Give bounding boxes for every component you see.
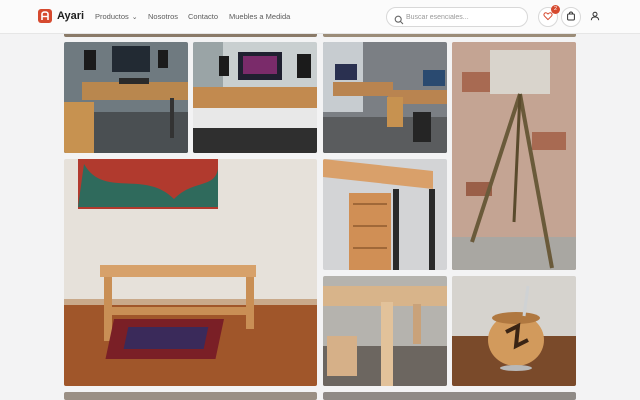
nav-productos-label: Productos (95, 12, 129, 21)
gallery-item-mate[interactable] (452, 276, 576, 386)
nav-contacto[interactable]: Contacto (188, 12, 218, 21)
photo-desk-l (323, 42, 447, 153)
nav-muebles-a-medida[interactable]: Muebles a Medida (229, 12, 290, 21)
gallery-item-desk-piano[interactable] (193, 42, 317, 153)
cart-button[interactable] (561, 7, 581, 27)
chevron-down-icon: ⌄ (131, 14, 138, 21)
gallery-item-partial[interactable] (323, 392, 576, 400)
gallery-item-floor-lamp[interactable] (452, 42, 576, 270)
search-box (386, 7, 528, 27)
gallery-item-desk-l[interactable] (323, 42, 447, 153)
gallery-item-coffee-table[interactable] (64, 159, 317, 386)
wishlist-count-badge: 2 (551, 5, 560, 14)
nav-productos[interactable]: Productos ⌄ (95, 12, 138, 21)
gallery-item-joinery[interactable] (323, 276, 447, 386)
photo-joinery (323, 276, 447, 386)
account-button[interactable] (585, 7, 605, 27)
search-icon (394, 12, 404, 30)
photo-floor-lamp (452, 42, 576, 270)
gallery-item-partial[interactable] (64, 392, 317, 400)
gallery (0, 0, 640, 400)
gallery-item-drawer-detail[interactable] (323, 159, 447, 270)
nav-nosotros[interactable]: Nosotros (148, 12, 178, 21)
wishlist-button[interactable]: 2 (538, 5, 560, 27)
photo-desk-piano (193, 42, 317, 153)
photo-drawer-detail (323, 159, 447, 270)
gallery-item-desk-monitors[interactable] (64, 42, 188, 153)
bag-icon (566, 8, 576, 26)
photo-mate (452, 276, 576, 386)
brand-name[interactable]: Ayari (57, 10, 84, 22)
photo-coffee-table (64, 159, 317, 386)
logo-icon[interactable] (38, 9, 52, 23)
user-icon (590, 8, 600, 26)
search-input[interactable] (406, 10, 524, 24)
photo-desk-monitors (64, 42, 188, 153)
top-navbar: Ayari Productos ⌄ Nosotros Contacto Muebl… (0, 0, 640, 34)
